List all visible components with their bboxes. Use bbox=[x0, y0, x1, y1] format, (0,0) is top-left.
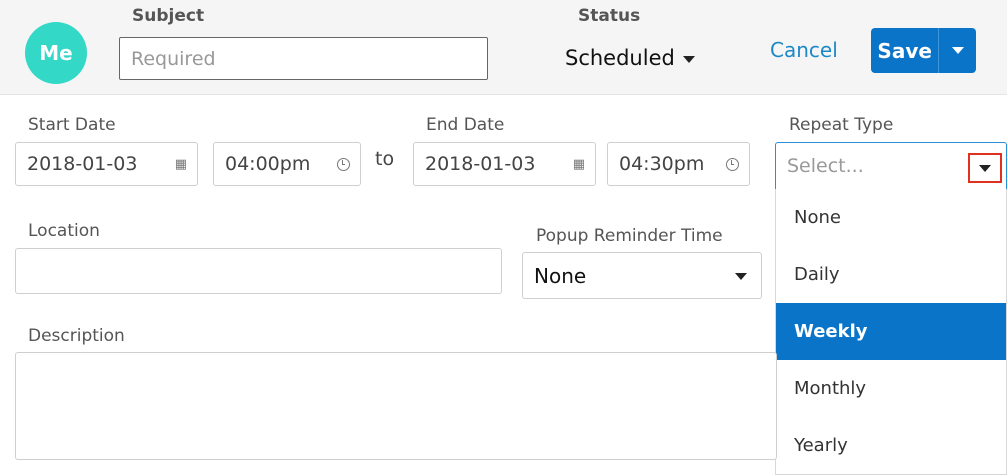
start-date-input[interactable]: 2018-01-03 ▦ bbox=[15, 142, 198, 186]
end-time-value: 04:30pm bbox=[619, 153, 705, 175]
save-button-group: Save bbox=[871, 28, 976, 73]
start-time-value: 04:00pm bbox=[225, 153, 311, 175]
repeat-option-monthly[interactable]: Monthly bbox=[776, 360, 1006, 417]
save-options-button[interactable] bbox=[938, 28, 976, 73]
chevron-down-icon bbox=[979, 164, 991, 172]
repeat-type-options: None Daily Weekly Monthly Yearly bbox=[775, 189, 1007, 475]
start-date-value: 2018-01-03 bbox=[27, 153, 138, 175]
repeat-type-label: Repeat Type bbox=[789, 115, 894, 135]
status-dropdown[interactable]: Scheduled bbox=[565, 46, 695, 70]
clock-icon[interactable] bbox=[726, 157, 739, 171]
clock-icon[interactable] bbox=[337, 157, 350, 171]
repeat-option-none[interactable]: None bbox=[776, 189, 1006, 246]
location-label: Location bbox=[28, 221, 100, 241]
record-header: Me Subject Required Status Scheduled Can… bbox=[0, 0, 1007, 95]
repeat-option-yearly[interactable]: Yearly bbox=[776, 417, 1006, 474]
popup-reminder-label: Popup Reminder Time bbox=[536, 226, 723, 246]
description-label: Description bbox=[28, 326, 125, 346]
subject-input[interactable]: Required bbox=[119, 37, 488, 80]
description-textarea[interactable] bbox=[15, 352, 777, 460]
popup-reminder-select[interactable]: None bbox=[522, 252, 762, 299]
end-time-input[interactable]: 04:30pm bbox=[607, 142, 750, 186]
save-button[interactable]: Save bbox=[871, 28, 938, 73]
repeat-option-daily[interactable]: Daily bbox=[776, 246, 1006, 303]
end-date-value: 2018-01-03 bbox=[425, 153, 536, 175]
popup-reminder-value: None bbox=[534, 263, 587, 288]
chevron-down-icon bbox=[682, 55, 695, 63]
location-input[interactable] bbox=[15, 248, 502, 294]
start-date-label: Start Date bbox=[28, 115, 116, 135]
user-avatar: Me bbox=[25, 22, 87, 84]
end-date-input[interactable]: 2018-01-03 ▦ bbox=[413, 142, 596, 186]
subject-label: Subject bbox=[132, 6, 205, 26]
status-label: Status bbox=[578, 6, 641, 26]
calendar-icon[interactable]: ▦ bbox=[573, 157, 585, 172]
cancel-button[interactable]: Cancel bbox=[770, 38, 838, 62]
status-value: Scheduled bbox=[565, 46, 675, 70]
calendar-icon[interactable]: ▦ bbox=[175, 157, 187, 172]
repeat-type-placeholder: Select... bbox=[787, 155, 864, 177]
start-time-input[interactable]: 04:00pm bbox=[213, 142, 361, 186]
chevron-down-icon bbox=[951, 47, 964, 54]
repeat-type-dropdown-toggle[interactable] bbox=[968, 153, 1002, 183]
chevron-down-icon bbox=[735, 273, 747, 280]
end-date-label: End Date bbox=[426, 115, 505, 135]
date-range-separator: to bbox=[375, 148, 395, 170]
repeat-option-weekly[interactable]: Weekly bbox=[776, 303, 1006, 360]
